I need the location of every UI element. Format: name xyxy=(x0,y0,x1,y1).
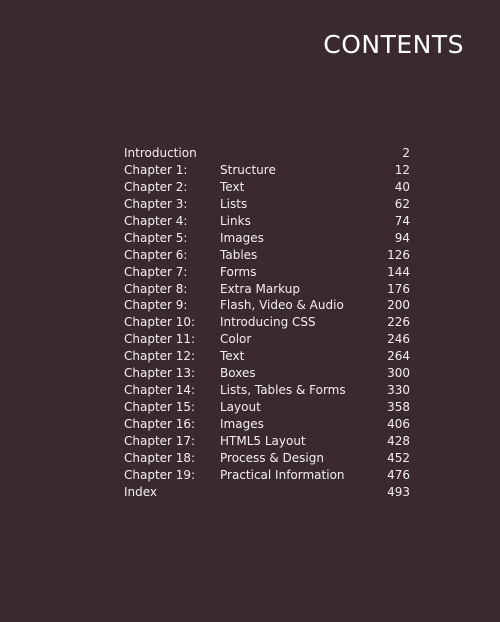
toc-entry-title: Structure xyxy=(220,162,276,177)
toc-entry[interactable]: Chapter 13: Boxes 300 xyxy=(124,365,410,382)
toc-entry-page: 40 xyxy=(394,179,410,194)
toc-entry-page: 264 xyxy=(387,349,410,364)
toc-entry-page: 476 xyxy=(387,467,410,482)
toc-entry-page: 493 xyxy=(387,484,410,499)
toc-entry-label: Index xyxy=(124,484,158,499)
toc-entry-page: 62 xyxy=(394,196,410,211)
toc-entry[interactable]: Index 493 xyxy=(124,484,410,501)
toc-entry-label: Chapter 19: xyxy=(124,467,196,482)
toc-entry-page: 144 xyxy=(387,264,410,279)
toc-entry[interactable]: Chapter 6: Tables 126 xyxy=(124,247,410,264)
toc-entry[interactable]: Chapter 11: Color 246 xyxy=(124,331,410,348)
toc-entry-title xyxy=(157,484,370,501)
toc-entry-label: Chapter 11: xyxy=(124,332,196,347)
toc-entry-label: Chapter 7: xyxy=(124,264,188,279)
toc-entry-title: Flash, Video & Audio xyxy=(220,298,344,313)
toc-entry-page: 452 xyxy=(387,450,410,465)
toc-entry-title: Text xyxy=(220,349,245,364)
toc-entry-title: Lists xyxy=(220,196,248,211)
toc-entry[interactable]: Chapter 17: HTML5 Layout 428 xyxy=(124,433,410,450)
toc-entry[interactable]: Chapter 12: Text 264 xyxy=(124,348,410,365)
toc-entry-title: Forms xyxy=(220,264,257,279)
toc-entry[interactable]: Chapter 8: Extra Markup 176 xyxy=(124,281,410,298)
toc-entry-label: Chapter 6: xyxy=(124,247,188,262)
toc-entry-title: Color xyxy=(220,332,252,347)
toc-entry[interactable]: Chapter 4: Links 74 xyxy=(124,213,410,230)
toc-entry-label: Chapter 14: xyxy=(124,383,196,398)
toc-entry[interactable]: Chapter 15: Layout 358 xyxy=(124,399,410,416)
toc-entry-label: Chapter 8: xyxy=(124,281,188,296)
toc-entry-title: Practical Information xyxy=(220,467,345,482)
table-of-contents: Introduction 2 Chapter 1: Structure 12 Chapte… xyxy=(124,145,410,501)
toc-entry-page: 330 xyxy=(387,383,410,398)
toc-entry-title xyxy=(197,145,370,162)
toc-entry-page: 406 xyxy=(387,417,410,431)
toc-entry[interactable]: Chapter 10: Introducing CSS 226 xyxy=(124,314,410,331)
toc-entry[interactable]: Chapter 18: Process & Design 452 xyxy=(124,450,410,467)
toc-entry[interactable]: Chapter 16: Images 406 xyxy=(124,416,410,433)
toc-entry[interactable]: Chapter 2: Text 40 xyxy=(124,179,410,196)
toc-entry-title: HTML5 Layout xyxy=(220,433,306,448)
toc-entry-page: 126 xyxy=(387,247,410,262)
toc-entry[interactable]: Chapter 19: Practical Information 476 xyxy=(124,467,410,484)
toc-entry-page: 74 xyxy=(394,213,410,228)
toc-entry[interactable]: Chapter 7: Forms 144 xyxy=(124,264,410,281)
toc-entry-page: 246 xyxy=(387,332,410,347)
toc-entry-page: 358 xyxy=(387,400,410,415)
toc-entry[interactable]: Chapter 9: Flash, Video & Audio 200 xyxy=(124,297,410,314)
toc-entry-title: Introducing CSS xyxy=(220,315,316,330)
toc-entry-label: Chapter 1: xyxy=(124,162,188,177)
toc-entry-title: Text xyxy=(220,179,245,194)
toc-entry-label: Chapter 3: xyxy=(124,196,188,211)
toc-entry-title: Images xyxy=(220,417,264,431)
toc-entry-title: Layout xyxy=(220,400,261,415)
toc-entry-label: Chapter 12: xyxy=(124,349,196,364)
page-title: CONTENTS xyxy=(323,30,464,59)
toc-entry-label: Introduction xyxy=(124,146,197,160)
toc-entry-page: 428 xyxy=(387,433,410,448)
toc-entry[interactable]: Chapter 1: Structure 12 xyxy=(124,162,410,179)
toc-entry[interactable]: Introduction 2 xyxy=(124,145,410,162)
toc-entry-label: Chapter 5: xyxy=(124,230,188,245)
toc-entry-title: Lists, Tables & Forms xyxy=(220,383,346,398)
toc-entry-title: Extra Markup xyxy=(220,281,300,296)
toc-entry-title: Images xyxy=(220,230,264,245)
toc-entry-page: 12 xyxy=(394,162,410,177)
toc-entry-title: Process & Design xyxy=(220,450,324,465)
toc-entry-label: Chapter 10: xyxy=(124,315,196,330)
toc-entry-label: Chapter 4: xyxy=(124,213,188,228)
toc-entry-label: Chapter 13: xyxy=(124,366,196,381)
toc-entry-title: Boxes xyxy=(220,366,256,381)
toc-entry[interactable]: Chapter 14: Lists, Tables & Forms 330 xyxy=(124,382,410,399)
toc-entry-title: Links xyxy=(220,213,251,228)
toc-entry-page: 94 xyxy=(394,230,410,245)
toc-entry-label: Chapter 15: xyxy=(124,400,196,415)
toc-entry-page: 2 xyxy=(402,146,410,160)
toc-entry-label: Chapter 18: xyxy=(124,450,196,465)
toc-entry-label: Chapter 16: xyxy=(124,417,196,431)
toc-entry-page: 226 xyxy=(387,315,410,330)
toc-entry[interactable]: Chapter 3: Lists 62 xyxy=(124,196,410,213)
toc-entry[interactable]: Chapter 5: Images 94 xyxy=(124,230,410,247)
toc-entry-page: 200 xyxy=(387,298,410,313)
toc-entry-page: 176 xyxy=(387,281,410,296)
toc-entry-page: 300 xyxy=(387,366,410,381)
toc-entry-label: Chapter 9: xyxy=(124,298,188,313)
toc-entry-title: Tables xyxy=(220,247,258,262)
toc-entry-label: Chapter 2: xyxy=(124,179,188,194)
toc-entry-label: Chapter 17: xyxy=(124,433,196,448)
